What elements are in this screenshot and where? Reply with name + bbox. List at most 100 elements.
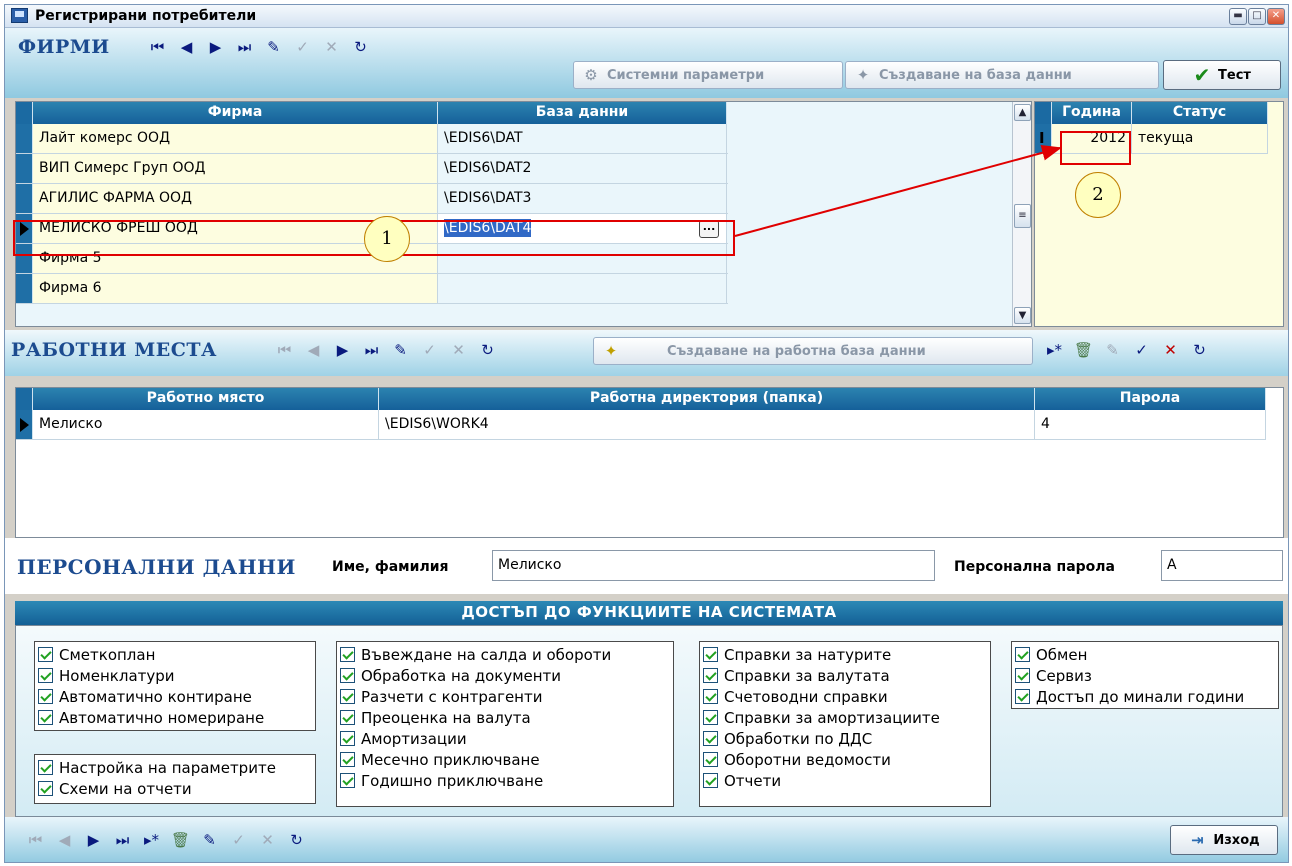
status-column-header[interactable]: Статус [1132, 102, 1268, 124]
next-record-icon[interactable]: ▶ [201, 38, 230, 56]
checkbox[interactable]: Достъп до минали години [1015, 686, 1275, 707]
firm-column-header[interactable]: Фирма [33, 102, 438, 124]
refresh-icon[interactable]: ↻ [346, 38, 375, 56]
database-cell[interactable] [438, 274, 727, 303]
next-record-icon[interactable]: ▶ [328, 341, 357, 359]
table-row[interactable]: ВИП Симерс Груп ООД \EDIS6\DAT2 [16, 154, 728, 184]
checkbox[interactable]: Преоценка на валута [340, 707, 670, 728]
edit-record-icon[interactable]: ✎ [259, 38, 288, 56]
checkbox-label: Достъп до минали години [1036, 687, 1245, 706]
checkbox[interactable]: Обработка на документи [340, 665, 670, 686]
edit-record-icon[interactable]: ✎ [1098, 341, 1127, 359]
last-record-icon[interactable]: ⏭ [230, 38, 259, 56]
directory-cell[interactable]: \EDIS6\WORK4 [379, 410, 1035, 439]
post-record-icon[interactable]: ✓ [288, 38, 317, 56]
checkbox-label: Автоматично контиране [59, 687, 252, 706]
insert-record-icon[interactable]: ▸* [1040, 341, 1069, 359]
post-record-icon[interactable]: ✓ [224, 831, 253, 849]
firm-cell[interactable]: АГИЛИС ФАРМА ООД [33, 184, 438, 213]
post-record-icon[interactable]: ✓ [415, 341, 444, 359]
next-record-icon[interactable]: ▶ [79, 831, 108, 849]
cancel-record-icon[interactable]: ✕ [1156, 341, 1185, 359]
cancel-record-icon[interactable]: ✕ [317, 38, 346, 56]
create-work-database-button[interactable]: ✦ Създаване на работна база данни [593, 337, 1033, 365]
checkbox[interactable]: Номенклатури [38, 665, 312, 686]
checkbox-box [38, 760, 53, 775]
exit-button[interactable]: ⇥ Изход [1170, 825, 1278, 855]
maximize-button[interactable]: □ [1248, 8, 1266, 25]
post-record-icon[interactable]: ✓ [1127, 341, 1156, 359]
checkbox[interactable]: Обработки по ДДС [703, 728, 987, 749]
checkbox[interactable]: Справки за валутата [703, 665, 987, 686]
refresh-icon[interactable]: ↻ [282, 831, 311, 849]
cancel-record-icon[interactable]: ✕ [444, 341, 473, 359]
checkbox[interactable]: Годишно приключване [340, 770, 670, 791]
checkbox-box [340, 710, 355, 725]
first-record-icon[interactable]: ⏮ [21, 831, 50, 849]
cancel-record-icon[interactable]: ✕ [253, 831, 282, 849]
firm-cell[interactable]: Фирма 6 [33, 274, 438, 303]
status-cell[interactable]: текуща [1132, 124, 1268, 153]
table-row[interactable]: АГИЛИС ФАРМА ООД \EDIS6\DAT3 [16, 184, 728, 214]
directory-column-header[interactable]: Работна директория (папка) [379, 388, 1035, 410]
first-record-icon[interactable]: ⏮ [270, 341, 299, 359]
checkbox[interactable]: Автоматично номериране [38, 707, 312, 728]
checkbox[interactable]: Обмен [1015, 644, 1275, 665]
checkbox-box [340, 647, 355, 662]
firm-cell[interactable]: ВИП Симерс Груп ООД [33, 154, 438, 183]
database-cell[interactable]: \EDIS6\DAT3 [438, 184, 727, 213]
scroll-thumb[interactable]: ≡ [1014, 204, 1031, 228]
edit-record-icon[interactable]: ✎ [195, 831, 224, 849]
refresh-icon[interactable]: ↻ [1185, 341, 1214, 359]
checkbox[interactable]: Сметкоплан [38, 644, 312, 665]
firms-grid: Фирма База данни Лайт комерс ООД \EDIS6\… [15, 101, 1032, 327]
delete-record-icon[interactable]: 🗑 [1069, 341, 1098, 359]
access-group-1: Сметкоплан Номенклатури Автоматично конт… [34, 641, 316, 731]
password-field[interactable]: A [1161, 550, 1283, 581]
table-row[interactable]: Фирма 6 [16, 274, 728, 304]
workplace-cell[interactable]: Мелиско [33, 410, 379, 439]
prior-record-icon[interactable]: ◀ [172, 38, 201, 56]
name-field[interactable]: Мелиско [492, 550, 935, 581]
last-record-icon[interactable]: ⏭ [357, 341, 386, 359]
first-record-icon[interactable]: ⏮ [143, 38, 172, 56]
refresh-icon[interactable]: ↻ [473, 341, 502, 359]
checkbox[interactable]: Справки за амортизациите [703, 707, 987, 728]
insert-record-icon[interactable]: ▸* [137, 831, 166, 849]
system-params-button[interactable]: ⚙ Системни параметри [573, 61, 843, 89]
year-column-header[interactable]: Година [1052, 102, 1132, 124]
checkbox[interactable]: Счетоводни справки [703, 686, 987, 707]
checkbox[interactable]: Отчети [703, 770, 987, 791]
checkbox[interactable]: Справки за натурите [703, 644, 987, 665]
password-cell[interactable]: 4 [1035, 410, 1266, 439]
checkbox[interactable]: Въвеждане на салда и обороти [340, 644, 670, 665]
database-cell[interactable]: \EDIS6\DAT [438, 124, 727, 153]
workplace-column-header[interactable]: Работно място [33, 388, 379, 410]
prior-record-icon[interactable]: ◀ [299, 341, 328, 359]
checkbox[interactable]: Амортизации [340, 728, 670, 749]
test-button[interactable]: ✔ Тест [1163, 60, 1281, 90]
prior-record-icon[interactable]: ◀ [50, 831, 79, 849]
minimize-button[interactable]: ▬ [1229, 8, 1247, 25]
checkbox[interactable]: Сервиз [1015, 665, 1275, 686]
close-button[interactable]: ✕ [1267, 8, 1285, 25]
checkbox[interactable]: Автоматично контиране [38, 686, 312, 707]
edit-record-icon[interactable]: ✎ [386, 341, 415, 359]
scroll-down-icon[interactable]: ▼ [1014, 307, 1031, 324]
checkbox[interactable]: Настройка на параметрите [38, 757, 312, 778]
checkbox[interactable]: Разчети с контрагенти [340, 686, 670, 707]
checkbox[interactable]: Месечно приключване [340, 749, 670, 770]
table-row[interactable]: Лайт комерс ООД \EDIS6\DAT [16, 124, 728, 154]
database-column-header[interactable]: База данни [438, 102, 727, 124]
create-database-button[interactable]: ✦ Създаване на база данни [845, 61, 1159, 89]
checkbox[interactable]: Схеми на отчети [38, 778, 312, 799]
table-row[interactable]: Мелиско \EDIS6\WORK4 4 [16, 410, 1266, 440]
database-cell[interactable]: \EDIS6\DAT2 [438, 154, 727, 183]
scroll-up-icon[interactable]: ▲ [1014, 104, 1031, 121]
password-column-header[interactable]: Парола [1035, 388, 1266, 410]
firm-cell[interactable]: Лайт комерс ООД [33, 124, 438, 153]
checkbox[interactable]: Оборотни ведомости [703, 749, 987, 770]
last-record-icon[interactable]: ⏭ [108, 831, 137, 849]
firms-scrollbar[interactable]: ▲ ≡ ▼ [1012, 102, 1031, 326]
delete-record-icon[interactable]: 🗑 [166, 831, 195, 849]
